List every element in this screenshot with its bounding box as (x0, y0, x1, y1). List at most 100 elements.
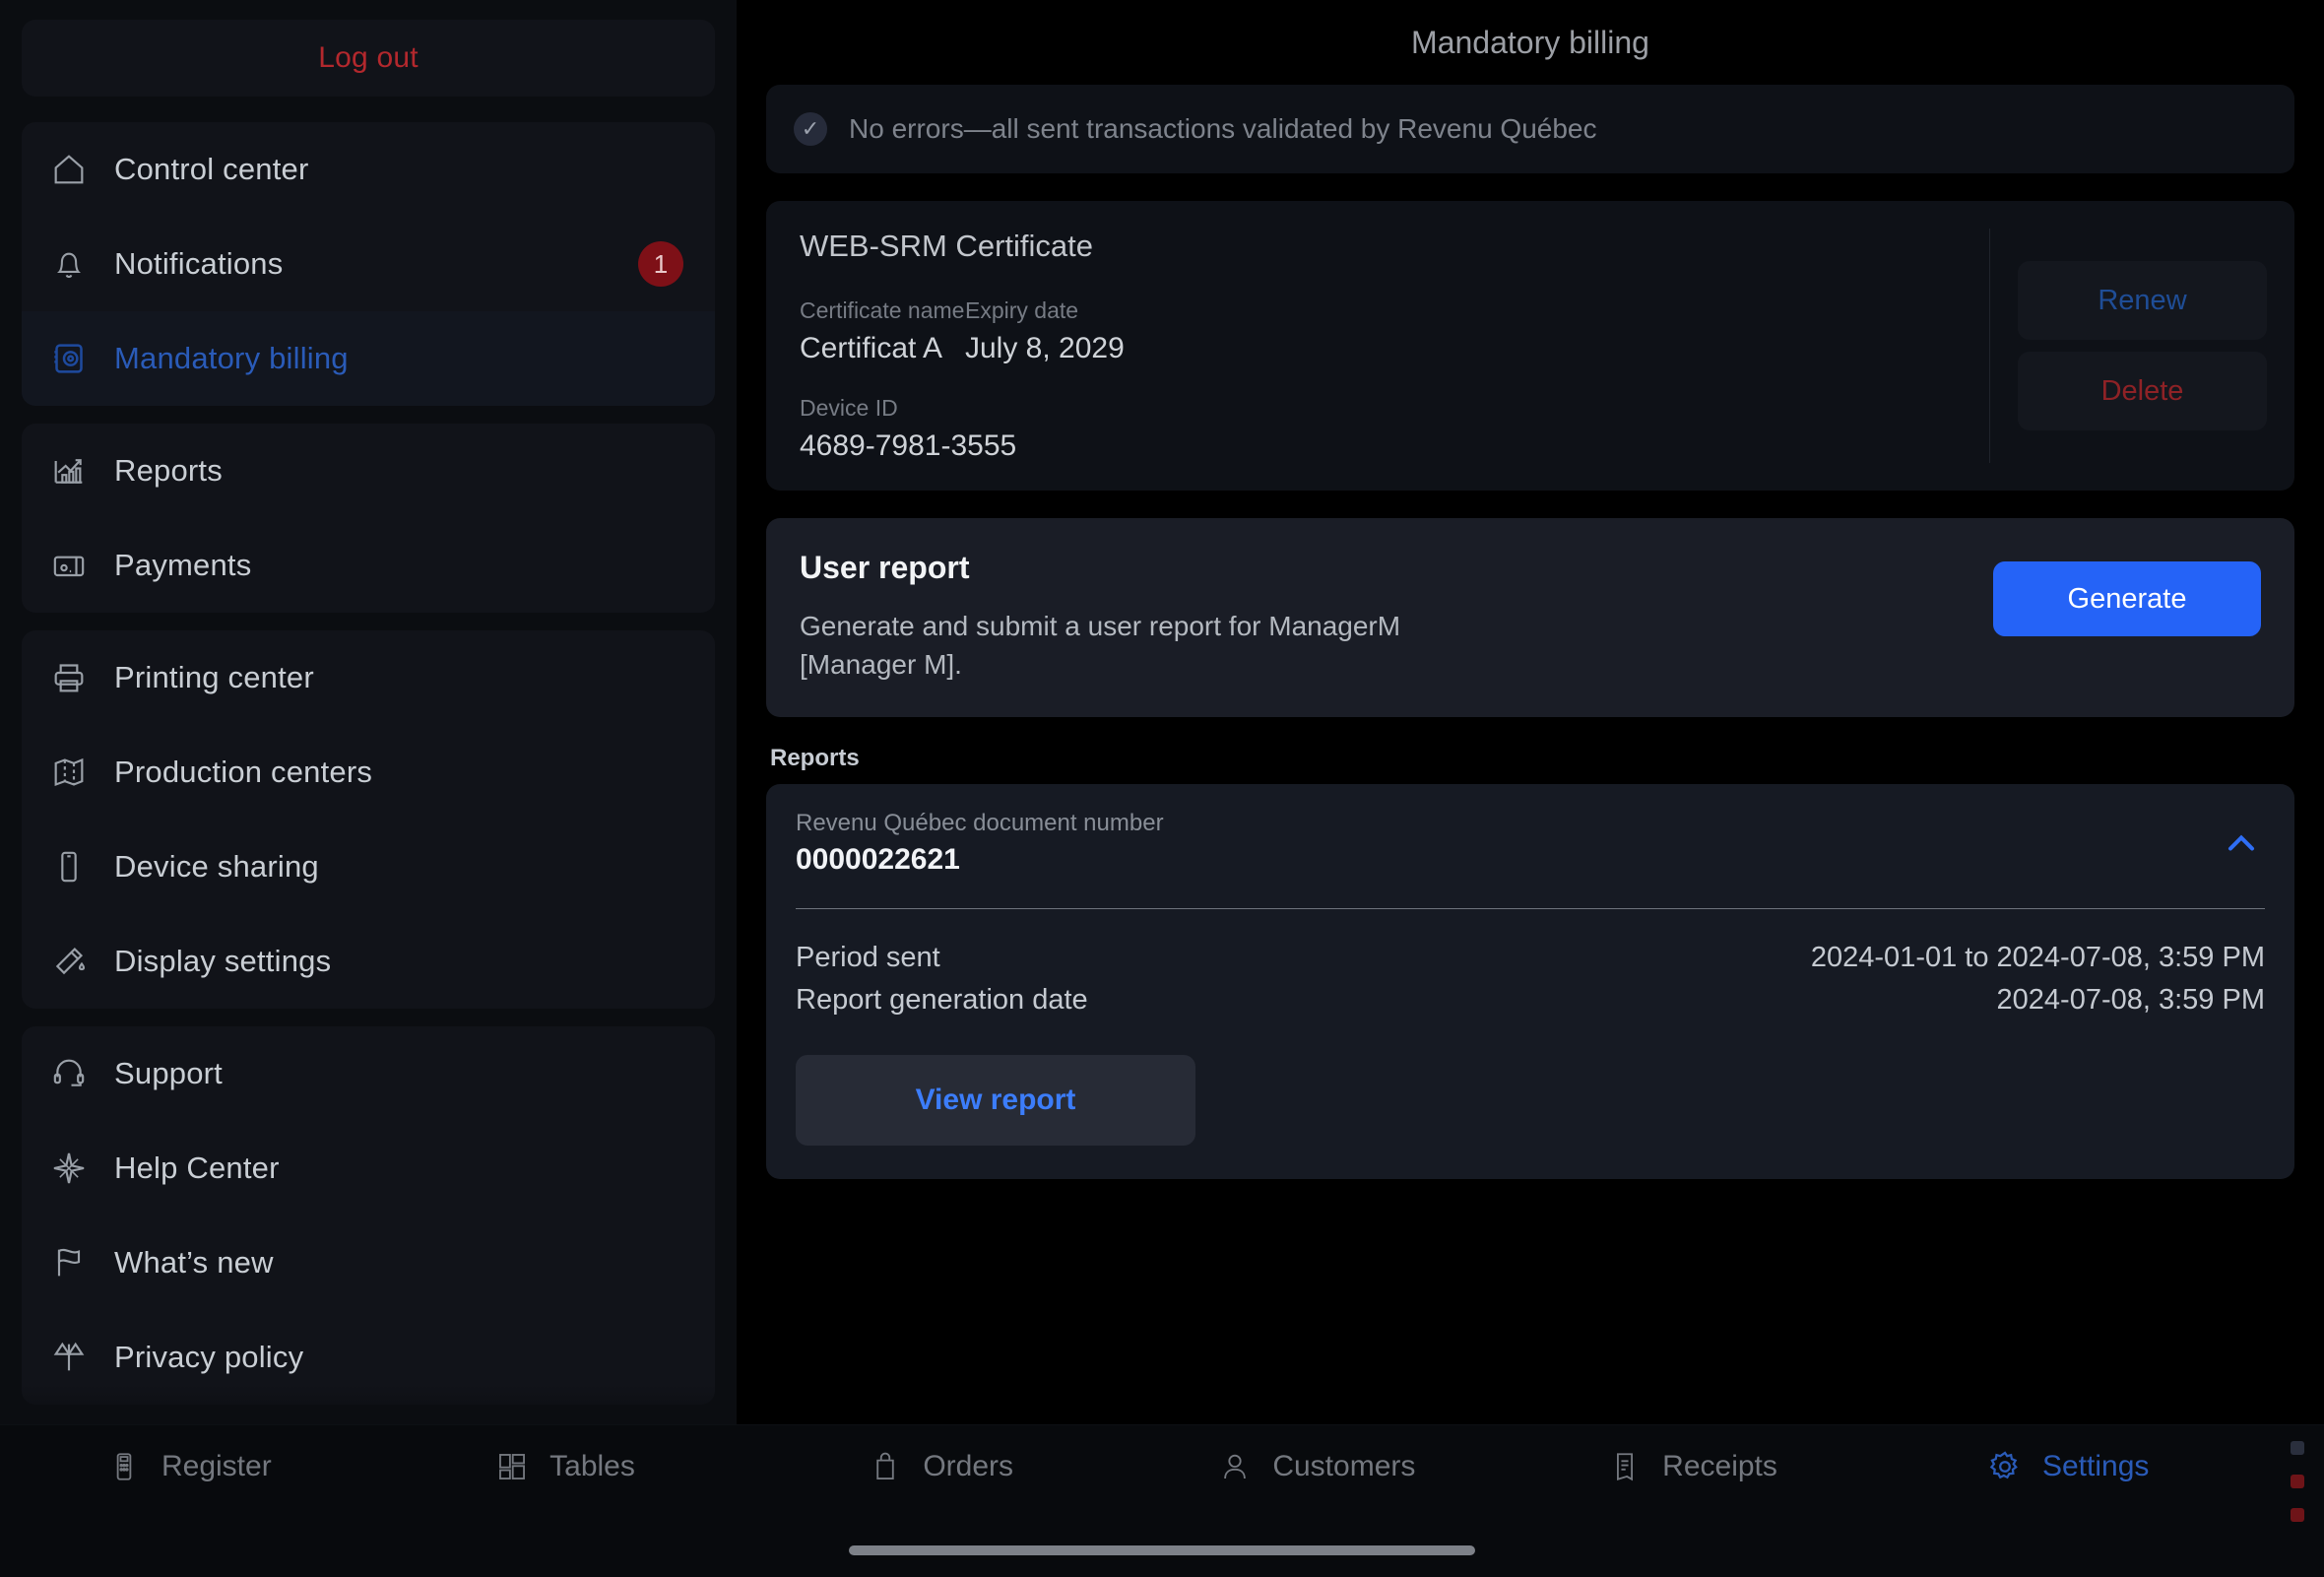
reports-card: Revenu Québec document number 0000022621… (766, 784, 2294, 1180)
sidebar-item-help-center[interactable]: Help Center (22, 1121, 715, 1216)
register-icon (104, 1447, 144, 1486)
bottom-nav-settings[interactable]: Settings (1879, 1447, 2255, 1486)
certificate-name-value: Certificat A (800, 332, 943, 364)
user-report-title: User report (800, 550, 970, 585)
reports-row: Period sent 2024-01-01 to 2024-07-08, 3:… (796, 937, 2265, 979)
sidebar: Log out Control center Notifications 1 M… (0, 0, 737, 1424)
bell-icon (47, 242, 91, 286)
home-icon (47, 148, 91, 191)
sidebar-item-privacy-policy[interactable]: Privacy policy (22, 1310, 715, 1405)
sidebar-item-production-centers[interactable]: Production centers (22, 725, 715, 820)
certificate-expiry-label: Expiry date (965, 297, 1079, 323)
generate-label: Generate (2067, 582, 2187, 615)
certificate-title: WEB-SRM Certificate (800, 229, 1093, 263)
sidebar-item-control-center[interactable]: Control center (22, 122, 715, 217)
phone-icon (47, 845, 91, 888)
generate-button[interactable]: Generate (1993, 561, 2261, 636)
map-icon (47, 751, 91, 794)
reports-row-key: Period sent (796, 942, 940, 974)
reports-row-value: 2024-01-01 to 2024-07-08, 3:59 PM (1810, 942, 2265, 974)
sidebar-item-notifications[interactable]: Notifications 1 (22, 217, 715, 311)
logout-group: Log out (22, 20, 715, 97)
home-indicator[interactable] (849, 1545, 1475, 1555)
bottom-nav-customers[interactable]: Customers (1128, 1447, 1504, 1486)
bag-icon (866, 1447, 905, 1486)
bottom-nav-label: Customers (1272, 1450, 1416, 1482)
sidebar-group-1: Control center Notifications 1 Mandatory… (22, 122, 715, 406)
edge-dot-2-icon (2291, 1475, 2304, 1488)
certificate-device-value: 4689-7981-3555 (800, 429, 1017, 462)
edge-dot-3-icon (2291, 1508, 2304, 1522)
sidebar-item-printing-center[interactable]: Printing center (22, 630, 715, 725)
bottom-nav-label: Register (161, 1450, 272, 1482)
edge-indicator-dots (2291, 1441, 2304, 1522)
status-banner-text: No errors—all sent transactions validate… (849, 113, 1597, 144)
delete-label: Delete (2100, 374, 2184, 407)
logout-label: Log out (318, 41, 419, 74)
chart-growth-icon (47, 449, 91, 493)
reports-row-key: Report generation date (796, 984, 1088, 1017)
doc-number-label: Revenu Québec document number (796, 810, 1164, 837)
user-report-card: User report Generate and submit a user r… (766, 518, 2294, 718)
bottom-nav-label: Receipts (1662, 1450, 1777, 1482)
bottom-nav-tables[interactable]: Tables (376, 1447, 752, 1486)
body-row: Log out Control center Notifications 1 M… (0, 0, 2324, 1424)
certificate-expiry-value: July 8, 2029 (965, 332, 1125, 364)
sidebar-group-4: Support Help Center What’s new Privacy p… (22, 1026, 715, 1405)
sidebar-item-reports[interactable]: Reports (22, 424, 715, 518)
sidebar-item-label: Privacy policy (114, 1340, 304, 1374)
bottom-nav: Register Tables Orders Customers Receipt… (0, 1424, 2324, 1577)
sidebar-item-label: Device sharing (114, 849, 319, 884)
sidebar-item-label: Display settings (114, 944, 332, 978)
renew-button[interactable]: Renew (2018, 261, 2267, 340)
reports-card-header[interactable]: Revenu Québec document number 0000022621 (796, 784, 2265, 877)
sidebar-item-device-sharing[interactable]: Device sharing (22, 820, 715, 914)
sidebar-item-label: Printing center (114, 660, 314, 694)
view-report-button[interactable]: View report (796, 1055, 1195, 1147)
sidebar-item-whats-new[interactable]: What’s new (22, 1216, 715, 1310)
main-content: Mandatory billing ✓ No errors—all sent t… (737, 0, 2324, 1424)
certificate-card: WEB-SRM Certificate Certificate name Cer… (766, 201, 2294, 491)
sidebar-item-mandatory-billing[interactable]: Mandatory billing (22, 311, 715, 406)
main-scroll-area: ✓ No errors—all sent transactions valida… (737, 85, 2324, 1180)
sidebar-item-display-settings[interactable]: Display settings (22, 914, 715, 1009)
reports-divider (796, 908, 2265, 910)
compass-star-icon (47, 1147, 91, 1190)
sidebar-item-label: Reports (114, 453, 223, 488)
sidebar-item-label: Notifications (114, 246, 284, 281)
paint-roller-icon (47, 940, 91, 983)
certificate-name-field: Certificate name Certificat A (800, 297, 965, 365)
certificate-actions: Renew Delete (1989, 229, 2294, 463)
reports-row: Report generation date 2024-07-08, 3:59 … (796, 979, 2265, 1021)
flag-icon (47, 1241, 91, 1284)
reports-section-label: Reports (770, 745, 860, 772)
delete-button[interactable]: Delete (2018, 352, 2267, 430)
view-report-label: View report (915, 1084, 1076, 1117)
sidebar-item-label: Payments (114, 548, 252, 582)
bottom-nav-label: Orders (923, 1450, 1014, 1482)
bottom-nav-register[interactable]: Register (0, 1447, 376, 1486)
certificate-expiry-field: Expiry date July 8, 2029 (965, 297, 1125, 365)
sidebar-item-payments[interactable]: Payments (22, 518, 715, 613)
doc-number-value: 0000022621 (796, 843, 960, 877)
sidebar-item-label: Support (114, 1056, 223, 1090)
sidebar-group-2: Reports Payments (22, 424, 715, 613)
logout-button[interactable]: Log out (22, 20, 715, 97)
sidebar-item-label: Help Center (114, 1150, 280, 1185)
user-report-text: User report Generate and submit a user r… (800, 550, 1993, 684)
sidebar-item-label: Production centers (114, 755, 373, 789)
chevron-up-icon[interactable] (2218, 820, 2265, 867)
reports-row-value: 2024-07-08, 3:59 PM (1996, 984, 2265, 1017)
sidebar-item-support[interactable]: Support (22, 1026, 715, 1121)
renew-label: Renew (2098, 284, 2187, 316)
sidebar-item-label: Control center (114, 152, 309, 186)
bottom-nav-receipts[interactable]: Receipts (1504, 1447, 1880, 1486)
certificate-device-label: Device ID (800, 395, 898, 421)
edge-dot-1-icon (2291, 1441, 2304, 1455)
notifications-badge: 1 (638, 241, 683, 287)
bottom-nav-orders[interactable]: Orders (751, 1447, 1128, 1486)
printer-icon (47, 656, 91, 699)
bottom-nav-items: Register Tables Orders Customers Receipt… (0, 1425, 2255, 1486)
certificate-field-row: Certificate name Certificat A Expiry dat… (800, 297, 1956, 365)
certificate-details: WEB-SRM Certificate Certificate name Cer… (766, 229, 1989, 463)
